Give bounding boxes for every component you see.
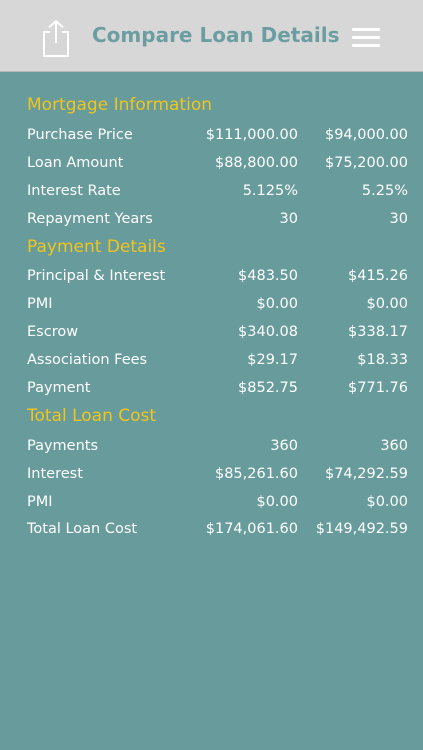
loan-2-value: $0.00 bbox=[366, 296, 408, 312]
loan-2-value: $94,000.00 bbox=[324, 127, 408, 143]
section-title-mortgage-information: Mortgage Information bbox=[27, 95, 212, 115]
loan-1-value: $852.75 bbox=[238, 380, 298, 396]
detail-row: PMI $0.00 $0.00 bbox=[0, 494, 423, 516]
row-label: Loan Amount bbox=[27, 155, 124, 171]
share-icon[interactable] bbox=[38, 18, 74, 58]
row-label: Principal & Interest bbox=[27, 268, 166, 284]
detail-row: Loan Amount $88,800.00 $75,200.00 bbox=[0, 155, 423, 177]
loan-1-value: 5.125% bbox=[242, 183, 298, 199]
loan-2-value: $149,492.59 bbox=[315, 521, 408, 537]
loan-2-value: 360 bbox=[380, 438, 408, 454]
row-label: Total Loan Cost bbox=[27, 521, 138, 537]
menu-line bbox=[352, 28, 380, 31]
row-label: Purchase Price bbox=[27, 127, 133, 143]
loan-2-value: $18.33 bbox=[357, 352, 408, 368]
loan-1-value: $483.50 bbox=[238, 268, 298, 284]
row-label: PMI bbox=[27, 494, 53, 510]
loan-1-value: $85,261.60 bbox=[214, 466, 298, 482]
loan-1-value: $174,061.60 bbox=[205, 521, 298, 537]
detail-row: Repayment Years 30 30 bbox=[0, 211, 423, 233]
row-label: Escrow bbox=[27, 324, 79, 340]
loan-2-value: 5.25% bbox=[361, 183, 408, 199]
detail-row: Principal & Interest $483.50 $415.26 bbox=[0, 268, 423, 290]
row-label: Payments bbox=[27, 438, 99, 454]
row-label: Interest Rate bbox=[27, 183, 121, 199]
detail-row: Payment $852.75 $771.76 bbox=[0, 380, 423, 402]
loan-1-value: $0.00 bbox=[256, 494, 298, 510]
section-title-payment-details: Payment Details bbox=[27, 237, 166, 257]
detail-row: Purchase Price $111,000.00 $94,000.00 bbox=[0, 127, 423, 149]
detail-row: Total Loan Cost $174,061.60 $149,492.59 bbox=[0, 521, 423, 543]
menu-line bbox=[352, 44, 380, 47]
loan-1-value: 30 bbox=[279, 211, 298, 227]
loan-2-value: $415.26 bbox=[348, 268, 408, 284]
detail-row: Payments 360 360 bbox=[0, 438, 423, 460]
detail-row: Association Fees $29.17 $18.33 bbox=[0, 352, 423, 374]
detail-row: Interest $85,261.60 $74,292.59 bbox=[0, 466, 423, 488]
hamburger-menu-icon[interactable] bbox=[352, 28, 380, 50]
loan-2-value: 30 bbox=[389, 211, 408, 227]
menu-line bbox=[352, 36, 380, 39]
detail-row: Interest Rate 5.125% 5.25% bbox=[0, 183, 423, 205]
row-label: Payment bbox=[27, 380, 91, 396]
loan-1-value: $111,000.00 bbox=[205, 127, 298, 143]
loan-1-value: 360 bbox=[270, 438, 298, 454]
page-title: Compare Loan Details bbox=[92, 23, 340, 47]
row-label: PMI bbox=[27, 296, 53, 312]
detail-row: PMI $0.00 $0.00 bbox=[0, 296, 423, 318]
row-label: Association Fees bbox=[27, 352, 148, 368]
nav-bar: Compare Loan Details bbox=[0, 0, 423, 72]
loan-1-value: $88,800.00 bbox=[214, 155, 298, 171]
loan-1-value: $340.08 bbox=[238, 324, 298, 340]
loan-1-value: $0.00 bbox=[256, 296, 298, 312]
loan-2-value: $338.17 bbox=[348, 324, 408, 340]
loan-2-value: $0.00 bbox=[366, 494, 408, 510]
detail-row: Escrow $340.08 $338.17 bbox=[0, 324, 423, 346]
loan-2-value: $771.76 bbox=[348, 380, 408, 396]
row-label: Interest bbox=[27, 466, 83, 482]
loan-2-value: $74,292.59 bbox=[324, 466, 408, 482]
section-title-total-loan-cost: Total Loan Cost bbox=[27, 406, 157, 426]
loan-2-value: $75,200.00 bbox=[324, 155, 408, 171]
row-label: Repayment Years bbox=[27, 211, 153, 227]
loan-1-value: $29.17 bbox=[247, 352, 298, 368]
